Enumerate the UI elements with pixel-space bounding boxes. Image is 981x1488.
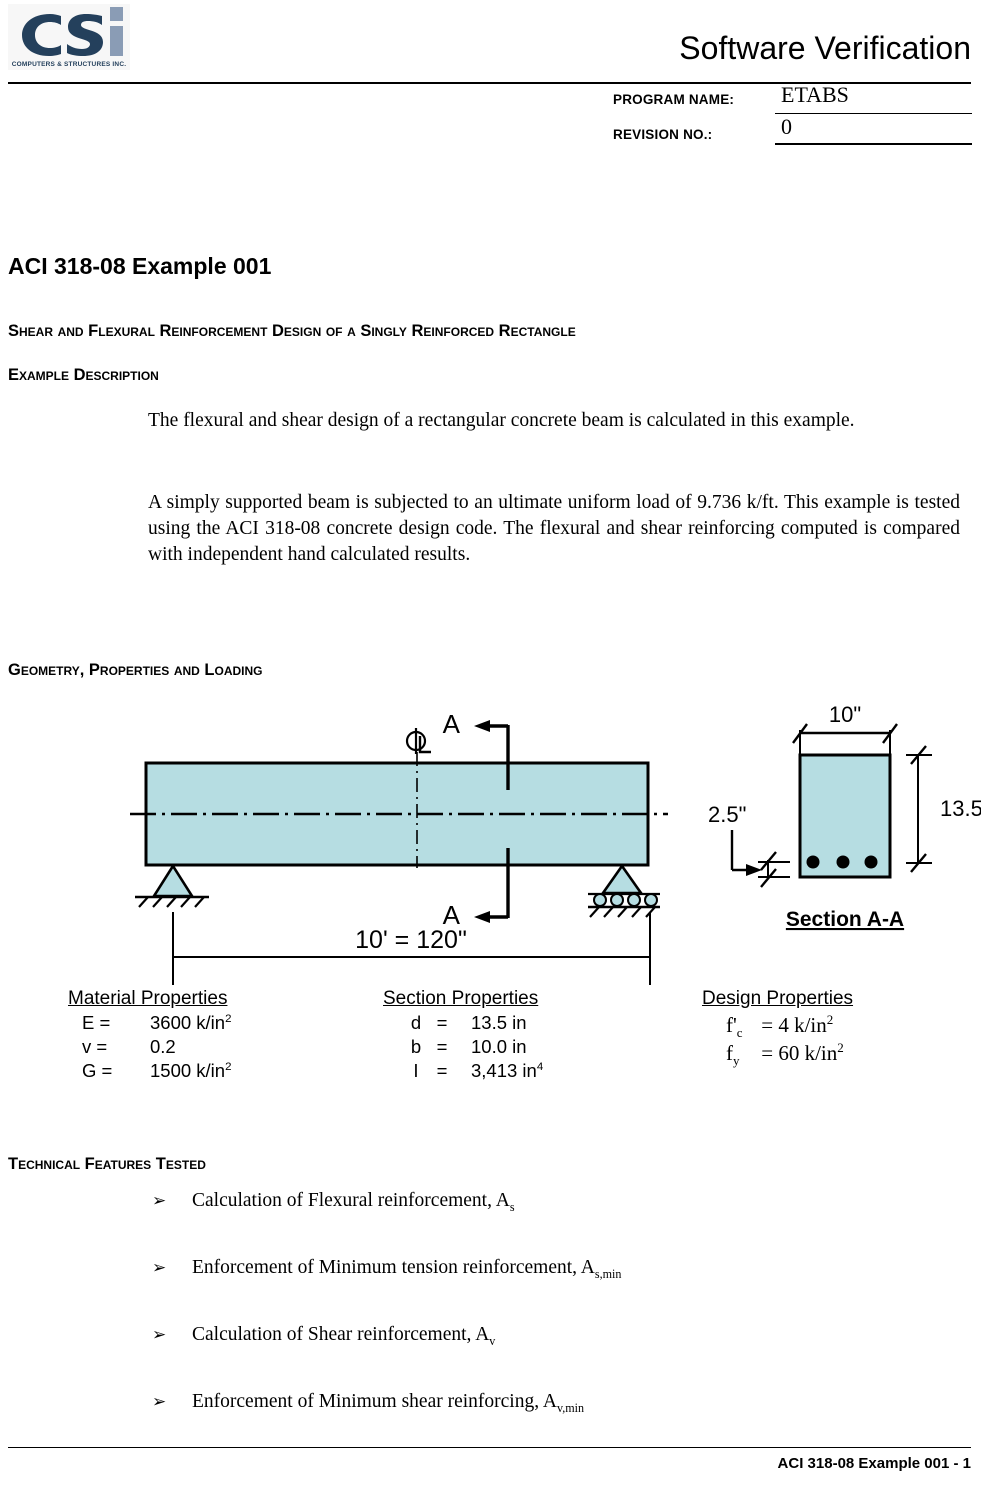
section-aa-diagram: 10" 13.5" 2.5" — [700, 700, 981, 950]
section-value: 10.0 in — [471, 1036, 527, 1057]
design-symbol: fy — [726, 1041, 740, 1069]
section-arrowhead-bottom — [474, 911, 490, 923]
material-properties-row: v = 0.2 — [60, 1036, 231, 1058]
material-value: 1500 k/in2 — [150, 1060, 232, 1081]
rebar-dot — [864, 855, 878, 869]
section-equals: = — [436, 1060, 448, 1081]
section-heading-subtitle: Shear and Flexural Reinforcement Design … — [8, 322, 576, 340]
design-symbol: f'c — [726, 1013, 743, 1041]
section-symbol: b — [410, 1036, 422, 1057]
technical-feature-subscript: v,min — [556, 1400, 585, 1415]
technical-feature-subscript: v — [489, 1333, 496, 1348]
span-dimension: 10' = 120" — [172, 912, 651, 985]
section-value: 13.5 in — [471, 1012, 527, 1033]
footer-divider-rule — [8, 1447, 971, 1448]
rebar-dot — [836, 855, 850, 869]
technical-feature-text: Calculation of Shear reinforcement, A — [192, 1324, 490, 1345]
revision-no-value: 0 — [781, 114, 792, 139]
roller-support-right — [588, 863, 660, 918]
technical-feature-item: ➢ Calculation of Shear reinforcement, Av — [152, 1324, 496, 1348]
design-properties-block: Design Properties f'c = 4 k/in2 fy = 60 … — [700, 988, 854, 1069]
bullet-arrow-icon: ➢ — [152, 1258, 167, 1278]
footer-text: ACI 318-08 Example 001 - 1 — [777, 1455, 971, 1472]
section-aa-title: Section A-A — [786, 908, 904, 931]
section-cut-label-top: A — [443, 709, 461, 739]
description-paragraph-1: The flexural and shear design of a recta… — [148, 410, 855, 431]
technical-feature-subscript: s — [509, 1199, 515, 1214]
section-width-label: 10" — [829, 702, 861, 727]
csi-logo: COMPUTERS & STRUCTURES INC. — [8, 4, 130, 70]
section-properties-title: Section Properties — [383, 988, 539, 1009]
bullet-arrow-icon: ➢ — [152, 1325, 167, 1345]
technical-feature-item: ➢ Enforcement of Minimum shear reinforcin… — [152, 1391, 585, 1415]
pin-support-left — [135, 863, 209, 908]
material-properties-title: Material Properties — [68, 988, 228, 1009]
document-page: COMPUTERS & STRUCTURES INC. Software Ver… — [0, 0, 981, 1488]
section-properties-row: d = 13.5 in — [383, 1012, 543, 1034]
technical-feature-text: Enforcement of Minimum tension reinforce… — [192, 1257, 595, 1278]
bullet-arrow-icon: ➢ — [152, 1392, 167, 1412]
section-properties-row: b = 10.0 in — [383, 1036, 543, 1058]
beam-elevation-diagram: A A 10' = 120" — [130, 700, 710, 985]
section-heading-example-description: Example Description — [8, 366, 159, 384]
design-properties-title: Design Properties — [702, 988, 854, 1009]
design-value: = 60 k/in2 — [761, 1040, 844, 1065]
section-symbol: I — [413, 1060, 419, 1081]
csi-logo-mark: COMPUTERS & STRUCTURES INC. — [8, 4, 130, 70]
section-cover-label: 2.5" — [708, 802, 746, 827]
section-value: 3,413 in4 — [471, 1060, 544, 1081]
section-depth-label: 13.5" — [940, 796, 981, 821]
section-symbol: d — [410, 1012, 422, 1033]
program-name-underline — [775, 113, 972, 114]
material-symbol: G = — [82, 1060, 113, 1081]
section-depth-dimension: 13.5" — [906, 745, 981, 873]
section-equals: = — [436, 1012, 448, 1033]
section-properties-row: I = 3,413 in4 — [383, 1060, 543, 1082]
material-symbol: v = — [82, 1036, 108, 1057]
svg-text:COMPUTERS & STRUCTURES INC.: COMPUTERS & STRUCTURES INC. — [12, 61, 126, 68]
rebar-dot — [806, 855, 820, 869]
revision-no-underline — [775, 143, 972, 145]
technical-feature-item: ➢ Enforcement of Minimum tension reinforc… — [152, 1257, 622, 1281]
technical-feature-text: Enforcement of Minimum shear reinforcing… — [192, 1391, 557, 1412]
section-equals: = — [436, 1036, 448, 1057]
design-properties-row: fy = 60 k/in2 — [726, 1040, 853, 1069]
section-heading-technical-features: Technical Features Tested — [8, 1155, 206, 1173]
material-properties-row: E = 3600 k/in2 — [60, 1012, 231, 1034]
design-value: = 4 k/in2 — [761, 1012, 834, 1037]
material-symbol: E = — [82, 1012, 111, 1033]
program-name-value: ETABS — [781, 82, 849, 107]
technical-feature-subscript: s,min — [594, 1266, 622, 1281]
technical-feature-item: ➢ Calculation of Flexural reinforcement, … — [152, 1190, 515, 1214]
material-value: 3600 k/in2 — [150, 1012, 232, 1033]
bullet-arrow-icon: ➢ — [152, 1191, 167, 1211]
design-properties-row: f'c = 4 k/in2 — [726, 1012, 853, 1041]
page-title: ACI 318-08 Example 001 — [8, 253, 272, 279]
section-heading-geometry: Geometry, Properties and Loading — [8, 661, 263, 679]
span-dimension-label: 10' = 120" — [355, 926, 467, 954]
section-arrowhead-top — [474, 720, 490, 732]
material-properties-row: G = 1500 k/in2 — [60, 1060, 231, 1082]
material-value: 0.2 — [150, 1036, 176, 1057]
material-properties-block: Material Properties E = 3600 k/in2 v = 0… — [60, 988, 231, 1082]
section-width-dimension: 10" — [792, 702, 898, 756]
centerline-symbol-icon — [405, 728, 431, 754]
description-paragraph-2: A simply supported beam is subjected to … — [148, 492, 960, 565]
section-cover-dimension: 2.5" — [708, 802, 790, 888]
software-verification-title: Software Verification — [679, 30, 971, 66]
section-properties-block: Section Properties d = 13.5 in b = 10.0 … — [383, 988, 543, 1082]
program-name-label: PROGRAM NAME: — [613, 92, 735, 107]
technical-feature-text: Calculation of Flexural reinforcement, A — [192, 1190, 510, 1211]
revision-no-label: REVISION NO.: — [613, 127, 713, 142]
